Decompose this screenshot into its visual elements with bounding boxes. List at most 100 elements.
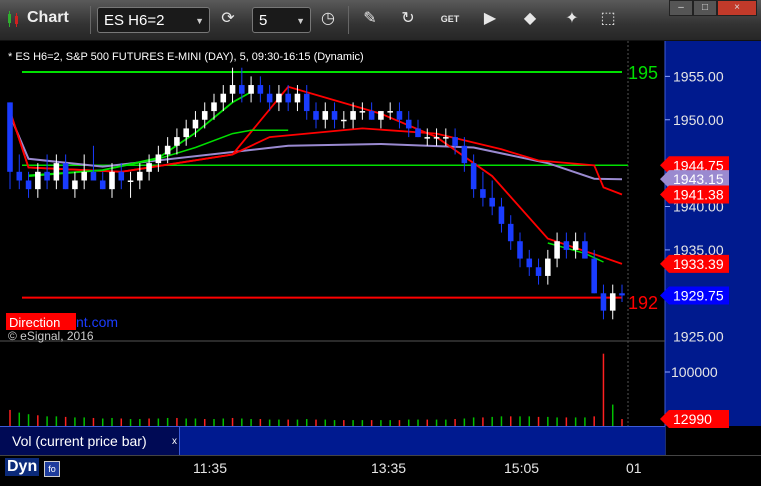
price-chart[interactable]: 100000 1955.001950.001945.001940.001935.…: [0, 41, 761, 481]
candle-body: [44, 171, 50, 181]
price-tag-label: 1943.15: [673, 171, 724, 187]
candle-body: [229, 85, 236, 94]
time-label: 15:05: [504, 460, 540, 476]
chart-app-icon: [8, 11, 18, 27]
candle-body: [341, 119, 347, 122]
candle-body: [127, 180, 134, 182]
copyright: © eSignal, 2016: [8, 329, 94, 343]
candle-body: [424, 137, 431, 139]
close-icon[interactable]: x: [172, 428, 177, 456]
candle-body: [359, 111, 366, 113]
candle-body: [489, 197, 495, 207]
candle-body: [118, 171, 125, 181]
level-upper-label: 195: [628, 63, 658, 83]
candle-body: [433, 137, 440, 139]
clock-icon[interactable]: ◷: [318, 9, 338, 29]
volume-axis-label: 100000: [671, 364, 718, 380]
candle-body: [591, 258, 597, 294]
candle-body: [276, 93, 282, 103]
candle-body: [480, 189, 486, 198]
candle-body: [517, 241, 523, 259]
maximize-button[interactable]: □: [693, 0, 717, 16]
toolbar-separator: [348, 6, 349, 34]
candle-body: [526, 258, 533, 268]
price-tag-label: 1933.39: [673, 256, 724, 272]
interval-dropdown-icon[interactable]: ▼: [296, 8, 305, 34]
candle-body: [470, 163, 477, 190]
candle-body: [192, 119, 199, 129]
level-lower-label: 192: [628, 293, 658, 313]
price-tag: 1929.75: [660, 286, 729, 305]
pencil-icon[interactable]: ✎: [360, 9, 380, 29]
candle-body: [35, 171, 41, 190]
dyn-settings-icon[interactable]: fo: [44, 461, 60, 477]
chart-area[interactable]: 100000 1955.001950.001945.001940.001935.…: [0, 41, 761, 481]
candle-body: [350, 111, 356, 120]
price-tag: 1933.39: [660, 254, 729, 273]
refresh-icon[interactable]: ↻: [398, 9, 418, 29]
candle-body: [53, 163, 60, 181]
candle-body: [368, 111, 375, 120]
interval-value: 5: [259, 12, 268, 29]
volume-study-label[interactable]: Vol (current price bar) x: [0, 427, 180, 455]
cycle-icon[interactable]: ⟳: [218, 9, 238, 29]
time-label: 13:35: [371, 460, 407, 476]
toolbar-separator: [90, 6, 91, 34]
candle-body: [164, 145, 171, 155]
window-title: Chart: [27, 9, 69, 26]
candle-body: [563, 241, 570, 250]
price-axis-label: 1950.00: [673, 112, 724, 128]
candle-body: [146, 163, 152, 172]
volume-tag: 12990: [660, 410, 729, 429]
candle-body: [461, 145, 468, 164]
interval-input[interactable]: 5 ▼: [252, 7, 311, 33]
candle-body: [387, 111, 393, 113]
candle-body: [498, 206, 505, 224]
dyn-button[interactable]: Dyn: [5, 458, 40, 476]
symbol-value: ES H6=2: [104, 12, 165, 29]
price-axis-label: 1925.00: [673, 329, 724, 345]
candle-body: [378, 111, 384, 120]
price-tag-label: 1929.75: [673, 287, 724, 303]
candle-body: [174, 137, 180, 146]
candle-body: [303, 93, 310, 112]
pin-icon[interactable]: ✦: [562, 9, 582, 29]
price-tag: 1943.15: [660, 170, 729, 189]
time-label: 01: [626, 460, 642, 476]
close-button[interactable]: ×: [717, 0, 757, 16]
candle-body: [137, 171, 143, 181]
volume-study-bar: Vol (current price bar) x: [0, 426, 665, 455]
candle-body: [257, 85, 264, 94]
candle-body: [155, 154, 162, 164]
tag-icon[interactable]: ◆: [520, 9, 540, 29]
cursor-icon[interactable]: ⬚: [598, 9, 618, 29]
candle-body: [201, 111, 208, 120]
candle-body: [109, 171, 115, 190]
play-icon[interactable]: ▶: [480, 9, 500, 29]
candle-body: [81, 171, 87, 181]
candle-body: [16, 171, 23, 181]
candle-body: [62, 163, 69, 190]
symbol-dropdown-icon[interactable]: ▼: [195, 8, 204, 34]
minimize-button[interactable]: –: [669, 0, 693, 16]
candle-body: [285, 93, 291, 103]
watermark-rest: nt.com: [76, 314, 118, 330]
candle-body: [443, 137, 449, 139]
candle-body: [600, 293, 607, 311]
candle-body: [415, 128, 421, 138]
volume-tag-label: 12990: [673, 411, 712, 427]
candle-body: [545, 258, 551, 276]
candle-body: [183, 128, 189, 138]
symbol-input[interactable]: ES H6=2 ▼: [97, 7, 210, 33]
candle-body: [99, 180, 106, 190]
candle-body: [619, 293, 625, 296]
candle-body: [582, 241, 588, 259]
candle-body: [554, 241, 560, 259]
candle-body: [331, 111, 338, 120]
candle-body: [572, 241, 579, 250]
price-tag-label: 1941.38: [673, 187, 724, 203]
get-icon[interactable]: GET: [440, 9, 460, 29]
candle-body: [294, 93, 301, 103]
time-label: 11:35: [193, 460, 227, 476]
candle-body: [266, 93, 273, 103]
